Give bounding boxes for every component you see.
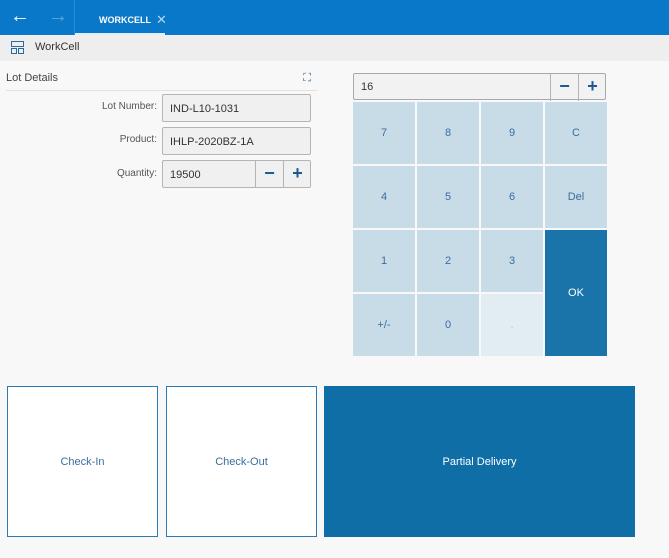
layout-icon xyxy=(11,41,24,54)
key-decimal[interactable]: . xyxy=(481,294,543,356)
expand-icon[interactable]: ⛶ xyxy=(303,72,311,85)
key-ok[interactable]: OK xyxy=(545,230,607,356)
keypad-value[interactable]: 16 xyxy=(361,81,373,93)
key-6[interactable]: 6 xyxy=(481,166,543,228)
key-2[interactable]: 2 xyxy=(417,230,479,292)
quantity-plus-button[interactable]: + xyxy=(283,160,311,188)
tab-label: WORKCELL xyxy=(99,15,151,25)
key-3[interactable]: 3 xyxy=(481,230,543,292)
quantity-stepper[interactable]: 19500 − + xyxy=(162,160,311,188)
key-4[interactable]: 4 xyxy=(353,166,415,228)
key-8[interactable]: 8 xyxy=(417,102,479,164)
arrow-left-icon[interactable]: ← xyxy=(10,6,30,26)
section-title: Lot Details xyxy=(6,72,58,84)
header-bar: ← → WORKCELL ✕ xyxy=(0,0,669,35)
quantity-value[interactable]: 19500 xyxy=(170,169,201,181)
arrow-right-icon[interactable]: → xyxy=(48,6,68,26)
key-5[interactable]: 5 xyxy=(417,166,479,228)
lot-number-label: Lot Number: xyxy=(101,101,157,112)
keypad-input[interactable]: 16 − + xyxy=(353,73,606,101)
quantity-label: Quantity: xyxy=(116,168,157,179)
key-9[interactable]: 9 xyxy=(481,102,543,164)
keypad-plus-button[interactable]: + xyxy=(578,73,606,101)
toolbar-title: WorkCell xyxy=(35,41,80,53)
quantity-minus-button[interactable]: − xyxy=(255,160,283,188)
key-plus-minus[interactable]: +/- xyxy=(353,294,415,356)
close-icon[interactable]: ✕ xyxy=(156,12,167,27)
check-out-button[interactable]: Check-Out xyxy=(166,386,317,537)
partial-delivery-button[interactable]: Partial Delivery xyxy=(324,386,635,537)
product-label: Product: xyxy=(119,134,157,145)
check-in-button[interactable]: Check-In xyxy=(7,386,158,537)
key-clear[interactable]: C xyxy=(545,102,607,164)
toolbar: WorkCell xyxy=(0,35,669,61)
key-0[interactable]: 0 xyxy=(417,294,479,356)
tab-workcell[interactable]: WORKCELL ✕ xyxy=(75,0,167,35)
key-delete[interactable]: Del xyxy=(545,166,607,228)
key-1[interactable]: 1 xyxy=(353,230,415,292)
keypad-minus-button[interactable]: − xyxy=(550,73,578,101)
key-7[interactable]: 7 xyxy=(353,102,415,164)
product-field[interactable]: IHLP-2020BZ-1A xyxy=(162,127,311,155)
lot-number-field[interactable]: IND-L10-1031 xyxy=(162,94,311,122)
lot-details-header: Lot Details ⛶ xyxy=(6,72,317,91)
